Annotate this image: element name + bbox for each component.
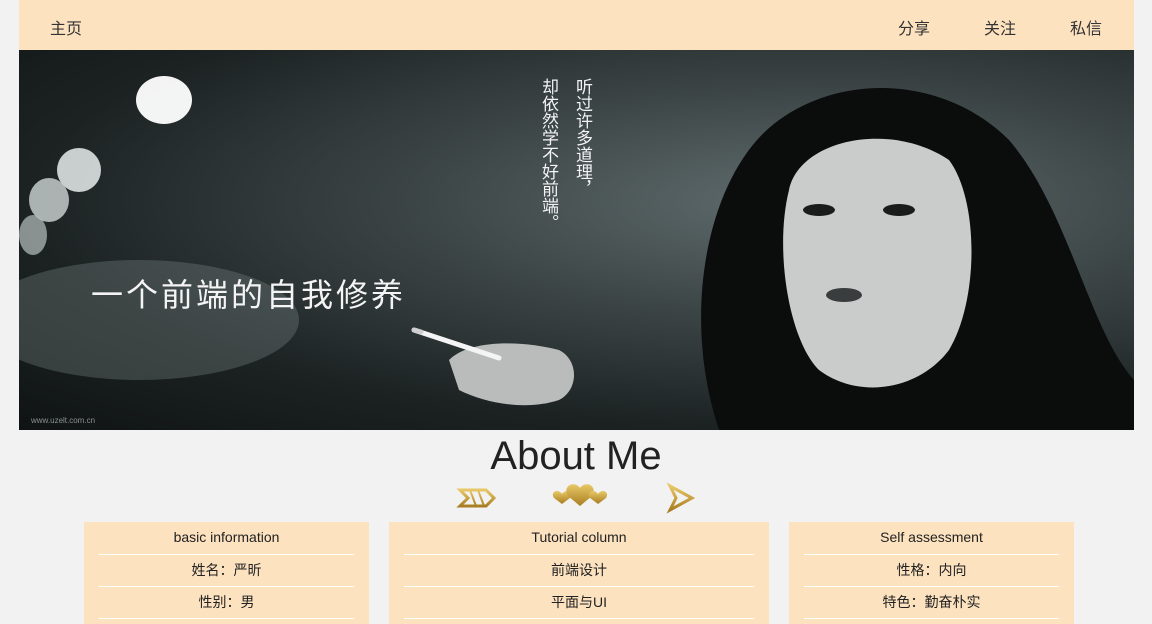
nav-message-link[interactable]: 私信 [1070,15,1102,39]
card-row-gender: 性别：男 [198,594,255,610]
card-row-link[interactable]: 前端设计 [389,555,769,586]
nav-right-group: 分享 关注 私信 [876,15,1134,39]
page: 主页 分享 关注 私信 听过许多道理， 却依然学不好前端。 一个前端的自我修养 … [0,0,1152,624]
arrow-heart-divider-icon [456,482,696,514]
card-self-assessment: Self assessment 性格：内向 特色：勤奋朴实 [789,522,1074,624]
card-divider [804,618,1059,619]
about-title: About Me [490,434,662,478]
card-tutorial-column: Tutorial column 前端设计 平面与UI [389,522,769,624]
card-header: Tutorial column [531,529,627,545]
card-header: Self assessment [880,529,983,545]
card-divider [404,618,754,619]
banner-watermark: www.uzelt.com.cn [31,416,96,425]
poem-line-2: 却依然学不好前端。 [538,78,558,231]
card-divider [99,618,354,619]
nav-share-link[interactable]: 分享 [898,15,930,39]
card-row-trait: 特色：勤奋朴实 [882,594,981,610]
card-header: basic information [173,529,280,545]
hero-banner: 听过许多道理， 却依然学不好前端。 一个前端的自我修养 www.uzelt.co… [19,50,1134,430]
poem-line-1: 听过许多道理， [572,78,592,197]
card-row-name: 姓名：严昕 [191,562,262,578]
card-basic-information: basic information 姓名：严昕 性别：男 [84,522,369,624]
card-row-link[interactable]: 平面与UI [389,587,769,618]
top-nav: 主页 分享 关注 私信 [19,0,1134,50]
banner-title: 一个前端的自我修养 [91,276,407,314]
nav-follow-link[interactable]: 关注 [984,15,1016,39]
nav-home-link[interactable]: 主页 [50,15,82,39]
card-row-personality: 性格：内向 [896,562,967,578]
